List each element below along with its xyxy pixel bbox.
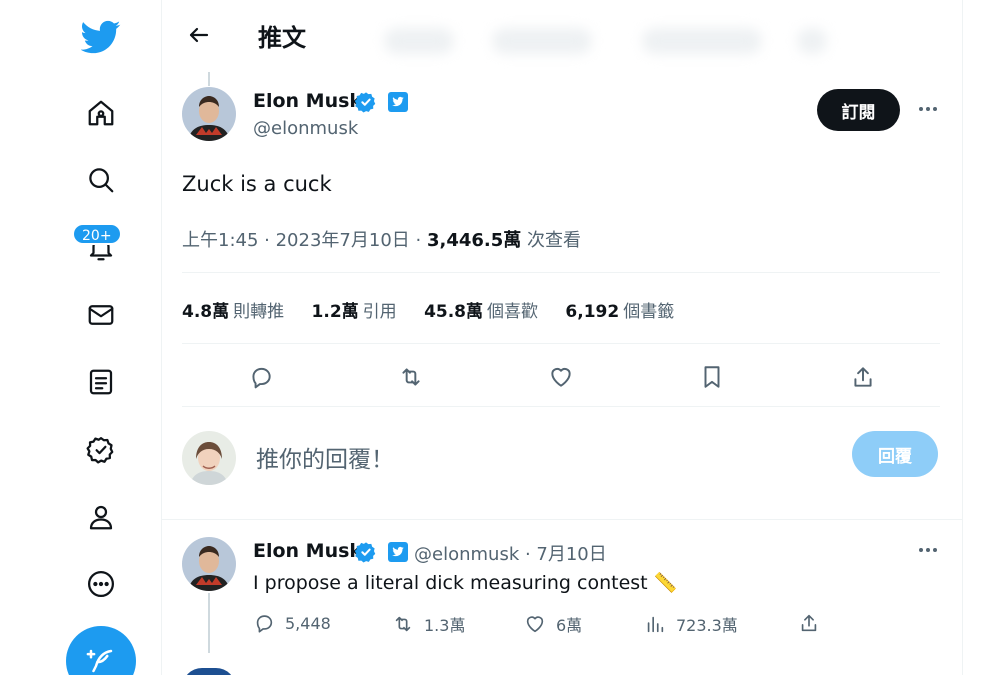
reply-bubble-icon <box>252 367 271 389</box>
meta-separator: · <box>264 230 276 251</box>
view-count: 3,446.5萬 <box>426 230 522 251</box>
arrow-left-icon <box>189 27 209 43</box>
notification-badge: 20+ <box>72 223 122 245</box>
view-count: 723.3萬 <box>676 616 738 635</box>
twitter-affiliate-badge-icon[interactable] <box>388 542 409 562</box>
reply-retweet-action[interactable]: 1.3萬 <box>392 612 465 636</box>
divider <box>182 343 940 344</box>
share-upload-icon <box>854 367 872 387</box>
like-action[interactable] <box>544 360 578 394</box>
main-column: 推文 Elon Musk @elonmusk 訂閱 Zuck is a cuck <box>162 0 962 675</box>
reply-reply-action[interactable]: 5,448 <box>253 612 331 634</box>
reply-views-action[interactable]: 723.3萬 <box>644 612 738 636</box>
author-handle[interactable]: @elonmusk <box>253 118 358 139</box>
verified-badge-icon[interactable] <box>355 91 377 113</box>
list-icon[interactable] <box>78 359 124 405</box>
retweet-icon <box>395 616 411 632</box>
more-options-icon[interactable] <box>919 107 937 111</box>
compose-tweet-button[interactable] <box>66 626 136 675</box>
reply-handle-date[interactable]: @elonmusk · 7月10日 <box>414 540 607 566</box>
tweet-date[interactable]: 2023年7月10日 <box>276 230 410 251</box>
reply-author-badges <box>355 541 409 563</box>
author-avatar[interactable] <box>182 87 236 141</box>
blurred-region <box>492 28 592 54</box>
header: 推文 <box>162 0 962 72</box>
reply-author-name[interactable]: Elon Musk <box>253 540 362 562</box>
bookmark-stat[interactable]: 6,192 個書籤 <box>565 297 674 322</box>
share-upload-icon <box>801 614 817 632</box>
thread-connector-line <box>208 593 210 653</box>
heart-icon <box>551 367 571 387</box>
retweet-icon <box>402 368 420 386</box>
thread-connector-line <box>208 72 210 86</box>
reply-author-avatar[interactable] <box>182 537 236 591</box>
bookmark-icon <box>704 366 720 388</box>
divider <box>182 406 940 407</box>
reply-share-action[interactable] <box>798 612 820 634</box>
search-icon[interactable] <box>78 157 124 203</box>
view-label: 次查看 <box>527 230 582 251</box>
verified-icon[interactable] <box>78 427 124 473</box>
home-icon[interactable] <box>78 90 124 136</box>
meta-separator: · <box>415 230 427 251</box>
column-border <box>962 0 963 675</box>
blurred-region <box>384 28 454 54</box>
more-circle-icon[interactable] <box>78 561 124 607</box>
share-action[interactable] <box>846 360 880 394</box>
current-user-avatar[interactable] <box>182 431 236 485</box>
back-button[interactable] <box>182 18 216 52</box>
engagement-stats: 4.8萬 則轉推 1.2萬 引用 45.8萬 個喜歡 6,192 個書籤 <box>182 297 696 322</box>
mail-icon[interactable] <box>78 292 124 338</box>
author-name[interactable]: Elon Musk <box>253 90 362 112</box>
retweet-count: 1.3萬 <box>424 616 466 635</box>
like-stat[interactable]: 45.8萬 個喜歡 <box>424 297 538 322</box>
blurred-region <box>642 28 762 54</box>
tweet-text: Zuck is a cuck <box>182 172 332 196</box>
retweet-stat[interactable]: 4.8萬 則轉推 <box>182 297 284 322</box>
reply-action[interactable] <box>244 360 278 394</box>
section-divider <box>162 519 962 520</box>
author-badges <box>355 91 409 113</box>
reply-text: I propose a literal dick measuring conte… <box>253 572 678 594</box>
reply-count: 5,448 <box>285 613 331 633</box>
compose-feather-icon <box>86 649 113 673</box>
quote-stat[interactable]: 1.2萬 引用 <box>312 297 397 322</box>
retweet-action[interactable] <box>394 360 428 394</box>
subscribe-button[interactable]: 訂閱 <box>817 89 900 131</box>
reply-bubble-icon <box>256 615 273 633</box>
blurred-region <box>797 28 827 54</box>
bar-chart-icon <box>647 616 664 633</box>
divider <box>182 272 940 273</box>
next-tweet-avatar[interactable] <box>182 668 236 675</box>
reply-button[interactable]: 回覆 <box>852 431 938 477</box>
sidebar: 20+ <box>0 0 162 675</box>
tweet-meta: 上午1:45 · 2023年7月10日 · 3,446.5萬 次查看 <box>182 226 581 252</box>
profile-icon[interactable] <box>78 494 124 540</box>
heart-icon <box>526 616 544 633</box>
like-count: 6萬 <box>556 616 583 635</box>
reply-like-action[interactable]: 6萬 <box>524 612 582 636</box>
twitter-logo-icon[interactable] <box>78 14 124 60</box>
reply-input[interactable]: 推你的回覆！ <box>256 440 394 474</box>
page-title: 推文 <box>258 24 306 52</box>
twitter-affiliate-badge-icon[interactable] <box>388 92 409 112</box>
tweet-time[interactable]: 上午1:45 <box>182 230 258 251</box>
verified-badge-icon[interactable] <box>355 541 377 563</box>
reply-more-options-icon[interactable] <box>919 548 937 552</box>
bookmark-action[interactable] <box>695 360 729 394</box>
